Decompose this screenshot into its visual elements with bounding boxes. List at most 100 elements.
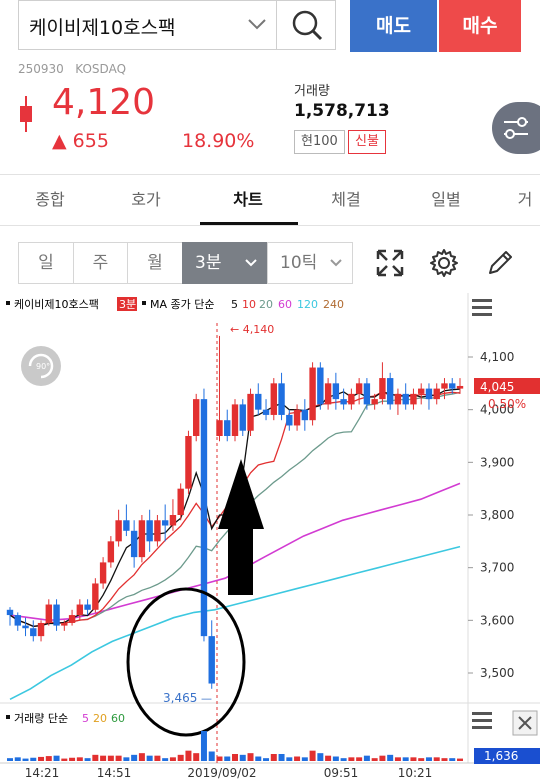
legend-ma-20: 20 <box>259 298 273 311</box>
period-3min-label: 3분 <box>195 253 222 273</box>
candle-body <box>379 378 386 400</box>
period-month[interactable]: 월 <box>127 242 183 284</box>
candle-body <box>332 383 340 400</box>
volume-bar <box>169 757 176 761</box>
buy-button[interactable]: 매수 <box>439 0 521 52</box>
candle-body <box>456 385 464 389</box>
tab-trades[interactable]: 체결 <box>318 186 374 210</box>
volume-bar <box>317 753 324 761</box>
candle-body <box>45 604 52 623</box>
credit-tag[interactable]: 신불 <box>348 130 386 154</box>
candle-body <box>99 562 107 584</box>
stock-search-box[interactable]: 케이비제10호스팩 <box>18 0 276 50</box>
price-chart[interactable]: 케이비제10호스팩 3분 MA 종가 단순 5 10 20 60 120 240… <box>0 293 540 781</box>
volume-bar <box>162 758 169 761</box>
candle-body <box>161 520 169 526</box>
stock-code-market: 250930 KOSDAQ <box>18 62 126 76</box>
volume-bar <box>146 755 153 761</box>
period-3min[interactable]: 3분 <box>182 242 268 284</box>
volume-bar <box>177 754 184 761</box>
volume-bar <box>255 756 262 761</box>
volume-menu-icon[interactable] <box>472 712 492 729</box>
chevron-down-icon[interactable] <box>246 13 268 35</box>
candle-body <box>208 636 215 684</box>
price-tick-label: 3,900 <box>480 455 514 469</box>
gear-icon[interactable] <box>428 247 460 279</box>
time-tick-label: 10:21 <box>398 766 433 780</box>
tab-summary[interactable]: 종합 <box>22 186 78 210</box>
volume-bar <box>69 757 76 761</box>
candle-body <box>92 583 99 610</box>
volume-bar <box>425 757 432 761</box>
time-tick-label: 14:21 <box>25 766 60 780</box>
tab-chart[interactable]: 차트 <box>220 186 276 210</box>
candle-body <box>449 383 456 389</box>
candle-body <box>309 367 316 421</box>
volume-ma-20: 20 <box>93 712 107 725</box>
candle-body <box>433 388 440 400</box>
high-label: ← 4,140 <box>230 323 274 336</box>
chart-menu-icon[interactable] <box>472 299 492 316</box>
volume-bar <box>208 751 215 761</box>
volume-bar <box>154 755 161 761</box>
volume-bar <box>216 756 223 761</box>
volume-bar <box>7 758 13 761</box>
volume-bar <box>76 757 83 761</box>
pencil-icon[interactable] <box>484 247 516 279</box>
market-name: KOSDAQ <box>75 62 127 76</box>
chevron-down-icon <box>245 259 257 267</box>
candle-body <box>239 404 246 431</box>
volume-bar <box>387 754 394 761</box>
volume-close-button[interactable] <box>512 710 538 736</box>
candle-body <box>30 628 37 637</box>
volume-bar <box>309 750 316 761</box>
tab-more[interactable]: 거 <box>510 186 540 210</box>
candle-body <box>348 393 355 405</box>
candle-body <box>394 393 402 405</box>
stock-name-input[interactable]: 케이비제10호스팩 <box>29 13 176 40</box>
legend-ma-240: 240 <box>323 298 344 311</box>
candle-body <box>146 520 153 542</box>
divider <box>0 225 540 226</box>
candle-body <box>418 388 425 394</box>
period-day[interactable]: 일 <box>18 242 74 284</box>
volume-bar <box>441 758 448 761</box>
volume-bar <box>123 757 130 761</box>
time-tick-label: 2019/09/02 <box>187 766 256 780</box>
volume-bar <box>394 757 401 761</box>
tab-orderbook[interactable]: 호가 <box>118 186 174 210</box>
search-icon <box>292 10 323 41</box>
period-week[interactable]: 주 <box>73 242 128 284</box>
volume-bar <box>14 757 21 761</box>
candle-body <box>286 414 293 426</box>
candle-body <box>363 383 371 405</box>
time-tick-label: 09:51 <box>324 766 359 780</box>
rotate-90-icon[interactable]: 90° <box>21 346 61 386</box>
candle-body <box>115 520 122 542</box>
volume-bar <box>294 756 301 761</box>
candle-body <box>107 541 115 563</box>
volume-bar <box>340 758 347 761</box>
volume-bar <box>193 753 200 761</box>
search-button[interactable] <box>276 0 336 50</box>
volume-bar <box>224 756 231 761</box>
volume-bar <box>131 754 138 761</box>
volume-bar <box>278 754 285 761</box>
settings-fab-button[interactable] <box>492 102 540 154</box>
candle-body <box>340 399 347 405</box>
candle-body <box>371 399 378 405</box>
candle-body <box>123 520 130 531</box>
sell-button[interactable]: 매도 <box>350 0 437 52</box>
volume-bar <box>22 758 29 761</box>
volume-bar <box>418 758 425 761</box>
volume-bar <box>200 731 207 761</box>
price-tick-label: 3,700 <box>480 561 514 575</box>
period-10tick[interactable]: 10틱 <box>267 242 353 284</box>
volume-bar <box>107 755 114 761</box>
volume-bar <box>53 755 60 761</box>
candle-body <box>231 404 239 436</box>
price-tick-label: 4,100 <box>480 350 514 364</box>
fullscreen-icon[interactable] <box>374 247 406 279</box>
tab-daily[interactable]: 일별 <box>418 186 474 210</box>
period-10tick-label: 10틱 <box>280 253 318 273</box>
